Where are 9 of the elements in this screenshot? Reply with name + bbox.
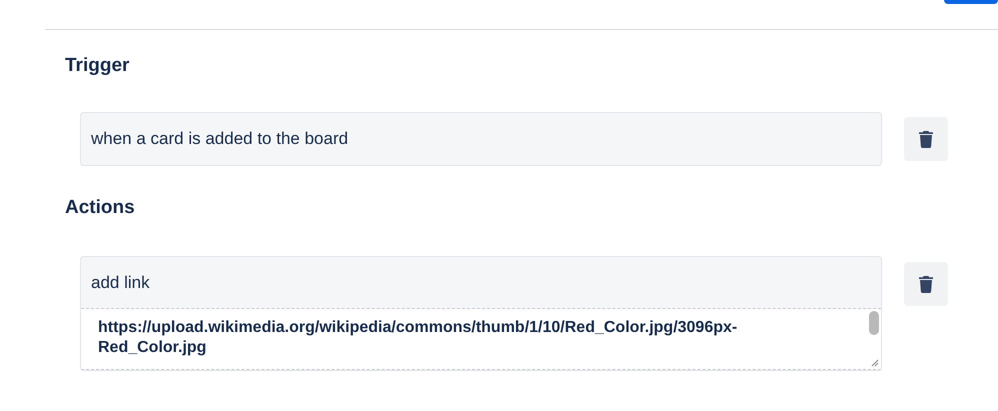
scrollbar[interactable]: [869, 311, 879, 335]
delete-button[interactable]: [904, 117, 948, 161]
resize-handle-icon[interactable]: [871, 359, 879, 367]
trigger-field[interactable]: when a card is added to the board: [80, 112, 882, 166]
section-heading: Trigger: [65, 54, 130, 78]
section-heading: Actions: [65, 196, 135, 220]
delete-button[interactable]: [904, 262, 948, 306]
trash-icon: [919, 130, 933, 148]
trash-icon: [919, 276, 933, 292]
